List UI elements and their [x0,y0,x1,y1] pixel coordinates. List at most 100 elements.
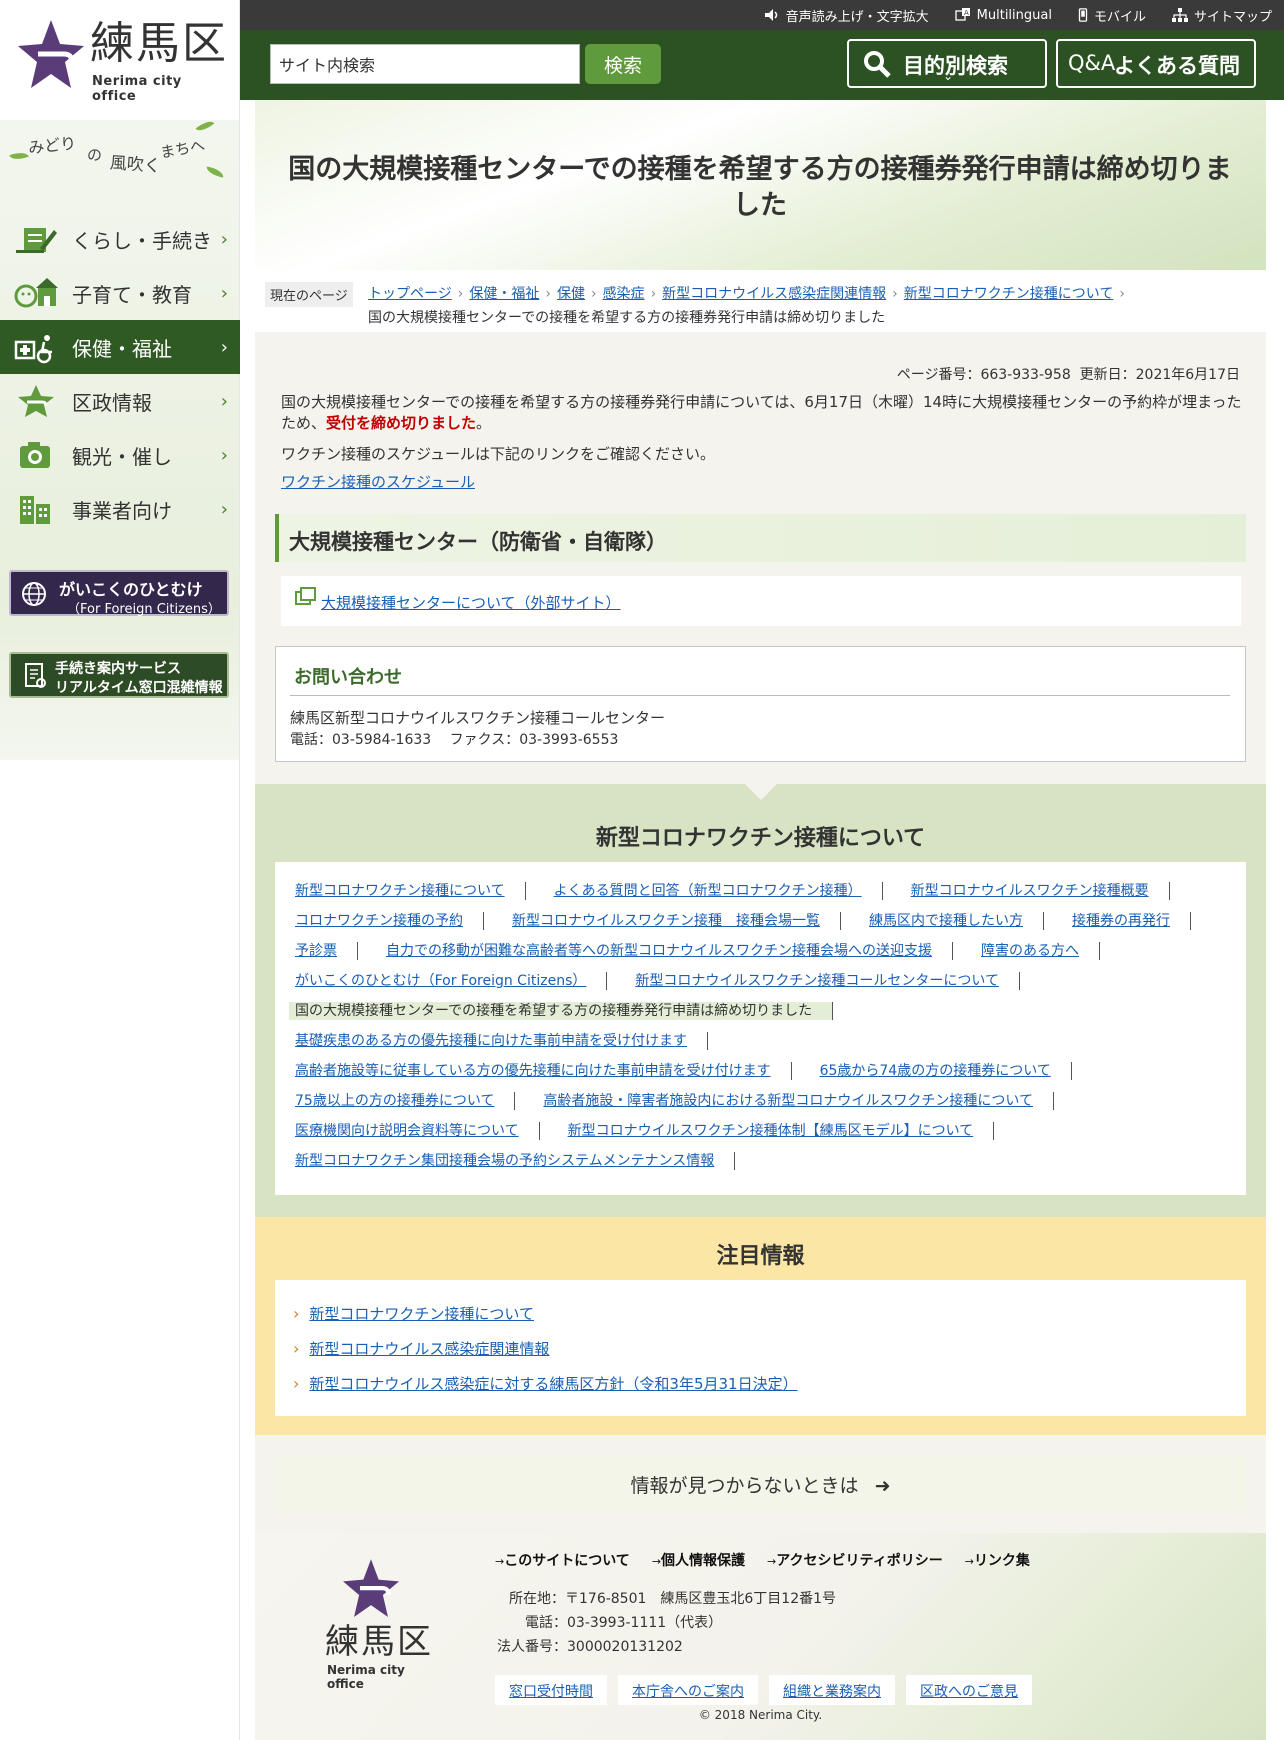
util-multilingual[interactable]: A Multilingual [955,8,1052,23]
arrow-right-icon: ➜ [874,1475,891,1497]
related-link[interactable]: コロナワクチン接種の予約 [289,912,484,930]
tagline-word: の [87,146,103,164]
breadcrumb-link[interactable]: 感染症 [603,286,645,302]
related-link[interactable]: 新型コロナウイルスワクチン接種コールセンターについて [629,972,1020,990]
nav-item-childcare[interactable]: 子育て・教育 › [0,266,240,320]
related-link[interactable]: 高齢者施設・障害者施設内における新型コロナウイルスワクチン接種について [537,1092,1054,1110]
related-link[interactable]: 新型コロナワクチン接種について [289,882,526,900]
footer-link[interactable]: アクセシビリティポリシー [767,1550,942,1570]
faq-button[interactable]: Q&A よくある質問 [1056,39,1256,88]
chevron-down-icon: ⌄ [943,69,954,83]
related-link[interactable]: 新型コロナウイルスワクチン接種概要 [905,882,1170,900]
mobile-icon [1078,8,1088,22]
chevron-right-icon: › [892,286,898,302]
footer-button[interactable]: 区政へのご意見 [906,1675,1032,1705]
speaker-icon [764,9,777,21]
footer-logo[interactable]: 練馬区 Nerima city office [323,1557,433,1691]
leaf-icon [195,117,215,135]
nav-label: くらし・手続き [72,228,212,253]
footer-button[interactable]: 組織と業務案内 [769,1675,895,1705]
nav-item-ward-admin[interactable]: 区政情報 › [0,374,240,428]
schedule-link[interactable]: ワクチン接種のスケジュール [281,471,475,492]
related-link[interactable]: 練馬区内で接種したい方 [863,912,1044,930]
tagline-word: まちへ [158,136,207,162]
chevron-right-icon: › [650,286,657,302]
footer-link[interactable]: 個人情報保護 [652,1550,745,1570]
footer-button[interactable]: 本庁舎へのご案内 [618,1675,758,1705]
purpose-search-button[interactable]: 目的別検索 ⌄ [847,39,1047,88]
related-link[interactable]: 医療機関向け説明会資料等について [289,1122,540,1140]
breadcrumb-link[interactable]: 保健 [557,286,585,302]
chevron-right-icon: › [220,391,228,412]
related-link[interactable]: 高齢者施設等に従事している方の優先接種に向けた事前申請を受け付けます [289,1062,792,1080]
banner-foreign-line2: （For Foreign Citizens） [67,602,221,617]
section-heading: 大規模接種センター（防衛省・自衛隊） [275,514,1246,562]
util-mobile[interactable]: モバイル [1078,6,1146,25]
util-read-aloud[interactable]: 音声読み上げ・文字拡大 [764,6,929,25]
list-item: › 新型コロナワクチン接種について [293,1296,1246,1331]
related-link[interactable]: 接種券の再発行 [1066,912,1191,930]
attention-link[interactable]: 新型コロナワクチン接種について [309,1303,534,1324]
tagline-word: みどり [27,133,78,158]
nav-item-business[interactable]: 事業者向け › [0,482,240,536]
nav-label: 観光・催し [72,444,172,469]
related-link[interactable]: 65歳から74歳の方の接種券について [814,1062,1072,1080]
chevron-right-icon: › [220,499,228,520]
ward-admin-icon [18,385,54,417]
contact-tel: 電話：03-5984-1633 ファクス：03-3993-6553 [290,732,619,748]
related-link[interactable]: 障害のある方へ [975,942,1100,960]
document-icon [25,663,46,688]
attention-link[interactable]: 新型コロナウイルス感染症に対する練馬区方針（令和3年5月31日決定） [309,1373,797,1394]
search-input[interactable] [270,44,580,84]
life-procedures-icon [16,228,57,253]
chevron-right-icon: › [545,286,551,302]
header: 音声読み上げ・文字拡大 A Multilingual モバイル サイトマップ 検… [240,0,1284,100]
not-found-button[interactable]: 情報が見つからないときは ➜ [275,1455,1246,1513]
nav-item-life[interactable]: くらし・手続き › [0,212,240,266]
qa-prefix: Q&A [1068,51,1116,75]
foreign-citizens-banner[interactable]: がいこくのひとむけ （For Foreign Citizens） [9,570,229,617]
contact-box: お問い合わせ 練馬区新型コロナウイルスワクチン接種コールセンター 電話：03-5… [275,646,1246,762]
chevron-right-icon: › [220,337,228,358]
breadcrumb-link[interactable]: 保健・福祉 [469,286,539,302]
attention-link[interactable]: 新型コロナウイルス感染症関連情報 [309,1338,549,1359]
util-sitemap[interactable]: サイトマップ [1171,6,1272,25]
external-link-box: 大規模接種センターについて（外部サイト） [281,576,1241,626]
nav-item-tourism-events[interactable]: 観光・催し › [0,428,240,482]
title-area: 国の大規模接種センターでの接種を希望する方の接種券発行申請は締め切りました [255,100,1266,270]
related-row: がいこくのひとむけ（For Foreign Citizens） 新型コロナウイルス… [289,966,1236,996]
breadcrumb-link[interactable]: 新型コロナウイルス感染症関連情報 [662,286,886,302]
footer-link[interactable]: このサイトについて [495,1550,630,1570]
related-link[interactable]: 新型コロナウイルスワクチン接種 接種会場一覧 [506,912,841,930]
tagline-word: 風吹く [109,153,162,177]
external-link[interactable]: 大規模接種センターについて（外部サイト） [321,594,621,612]
related-link[interactable]: 予診票 [289,942,358,960]
chevron-right-icon: › [293,1374,300,1393]
related-row: 新型コロナワクチン集団接種会場の予約システムメンテナンス情報 [289,1146,1236,1176]
util-label: モバイル [1093,9,1146,25]
search-button[interactable]: 検索 [585,44,661,84]
related-link[interactable]: 新型コロナウイルスワクチン接種体制【練馬区モデル】について [562,1122,995,1140]
footer-links: このサイトについて 個人情報保護 アクセシビリティポリシー リンク集 [495,1550,1052,1570]
related-row: コロナワクチン接種の予約 新型コロナウイルスワクチン接種 接種会場一覧 練馬区内で接… [289,906,1236,936]
breadcrumb-link[interactable]: トップページ [368,286,452,302]
procedure-guide-banner[interactable]: 手続き案内サービス リアルタイム窓口混雑情報 [9,652,229,698]
nav-item-health-welfare[interactable]: 保健・福祉 › [0,320,240,374]
chevron-right-icon: › [220,283,228,304]
footer-button[interactable]: 窓口受付時間 [495,1675,607,1705]
related-link[interactable]: 新型コロナワクチン集団接種会場の予約システムメンテナンス情報 [289,1152,736,1170]
related-link[interactable]: 自力での移動が困難な高齢者等への新型コロナウイルスワクチン接種会場への送迎支援 [380,942,953,960]
purpose-search-label: 目的別検索 [903,54,1008,78]
chevron-right-icon: › [457,286,464,302]
footer-link[interactable]: リンク集 [965,1550,1030,1570]
breadcrumb-list: トップページ › 保健・福祉 › 保健 › 感染症 › 新型コロナウイルス感染症関連情報 › 新型コ… [368,282,1248,330]
related-link[interactable]: 75歳以上の方の接種券について [289,1092,516,1110]
breadcrumb: 現在のページ トップページ › 保健・福祉 › 保健 › 感染症 › 新型コロナウイルス感染症関… [255,270,1266,332]
page-number: ページ番号：663-933-958 [896,367,1071,383]
breadcrumb-link[interactable]: 新型コロナワクチン接種について [904,286,1114,302]
related-link[interactable]: よくある質問と回答（新型コロナワクチン接種） [548,882,883,900]
site-logo[interactable]: 練馬区 Nerima city office [18,16,228,104]
related-link[interactable]: がいこくのひとむけ（For Foreign Citizens） [289,972,608,990]
breadcrumb-label: 現在のページ [265,282,353,307]
related-link[interactable]: 基礎疾患のある方の優先接種に向けた事前申請を受け付けます [289,1032,708,1050]
